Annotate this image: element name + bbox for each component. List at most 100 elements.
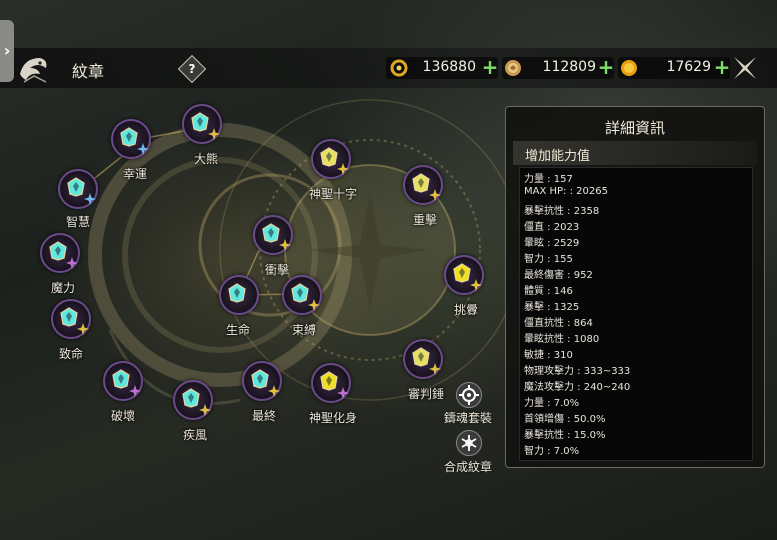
emblem-node-magic-power[interactable] bbox=[40, 233, 80, 273]
emblem-grade-badge-icon bbox=[84, 193, 96, 205]
stat-row: 體質 : 146 bbox=[524, 286, 573, 297]
emblem-label-great-bear: 大熊 bbox=[194, 152, 219, 166]
emblem-grade-badge-icon bbox=[268, 385, 280, 397]
side-menu-toggle[interactable]: › bbox=[0, 20, 14, 82]
stat-bonus-title: 增加能力值 bbox=[525, 149, 591, 164]
emblem-gem-icon bbox=[262, 223, 280, 243]
emblem-gem-icon bbox=[251, 369, 269, 389]
emblem-node-final[interactable] bbox=[242, 361, 282, 401]
emblem-gem-icon bbox=[228, 283, 246, 303]
emblem-node-luck[interactable] bbox=[111, 119, 151, 159]
emblem-label-holy-cross: 神聖十字 bbox=[309, 187, 358, 201]
page-title: 紋章 bbox=[72, 62, 105, 81]
stat-row: 僵直抗性 : 864 bbox=[524, 318, 593, 329]
emblem-grade-badge-icon bbox=[129, 385, 141, 397]
crystal-amount: 136880 bbox=[422, 59, 476, 75]
emblem-gem-icon bbox=[412, 173, 430, 193]
emblem-label-gale: 疾風 bbox=[183, 428, 208, 442]
synthesize-emblem-label: 合成紋章 bbox=[444, 460, 493, 474]
detail-panel-title: 詳細資訊 bbox=[604, 119, 665, 137]
emblem-grade-badge-icon bbox=[429, 363, 441, 375]
emblem-grade-badge-icon bbox=[337, 387, 349, 399]
emblem-label-life: 生命 bbox=[226, 323, 251, 337]
emblem-label-fatal: 致命 bbox=[59, 347, 84, 361]
emblem-grade-badge-icon bbox=[66, 257, 78, 269]
stat-row: 暈眩 : 2529 bbox=[524, 238, 580, 249]
emblem-node-provoke[interactable] bbox=[444, 255, 484, 295]
emblem-grade-badge-icon bbox=[429, 189, 441, 201]
emblem-gem-icon bbox=[182, 388, 200, 408]
emblem-label-final: 最終 bbox=[252, 409, 277, 423]
synthesize-emblem-button[interactable] bbox=[456, 430, 482, 456]
stat-row: 智力 : 155 bbox=[524, 254, 573, 265]
stat-row: MAX HP: : 20265 bbox=[524, 186, 608, 197]
stat-row: 暴擊抗性 : 15.0% bbox=[524, 430, 606, 441]
snowflake-icon bbox=[461, 435, 477, 451]
emblem-grade-badge-icon bbox=[137, 143, 149, 155]
add-soul-coin-button[interactable]: + bbox=[597, 57, 615, 77]
stat-row: 暈眩抗性 : 1080 bbox=[524, 334, 600, 345]
soul-coin-amount: 112809 bbox=[542, 59, 596, 75]
emblem-node-judgement-hammer[interactable] bbox=[403, 339, 443, 379]
emblem-gem-icon bbox=[291, 283, 309, 303]
stat-row: 最終傷害 : 952 bbox=[524, 270, 593, 281]
stat-row: 智力 : 7.0% bbox=[524, 446, 580, 457]
add-gold-button[interactable]: + bbox=[713, 57, 731, 77]
emblem-grade-badge-icon bbox=[77, 323, 89, 335]
stat-bonus-header: 增加能力值 bbox=[513, 141, 757, 165]
emblem-gem-icon bbox=[191, 112, 209, 132]
emblem-grade-badge-icon bbox=[308, 299, 320, 311]
emblem-node-fatal[interactable] bbox=[51, 299, 91, 339]
emblem-gem-icon bbox=[320, 371, 338, 391]
emblem-label-heavy-strike: 重擊 bbox=[413, 213, 438, 227]
emblem-gem-icon bbox=[112, 369, 130, 389]
emblem-grade-badge-icon bbox=[337, 163, 349, 175]
forge-set-button[interactable] bbox=[456, 382, 482, 408]
emblem-label-impact: 衝擊 bbox=[265, 263, 290, 277]
stat-list[interactable]: 力量 : 157 MAX HP: : 20265 暴擊抗性 : 2358 僵直 : 2… bbox=[519, 167, 753, 461]
emblem-grade-badge-icon bbox=[199, 404, 211, 416]
add-crystal-button[interactable]: + bbox=[481, 57, 499, 77]
emblem-node-gale[interactable] bbox=[173, 380, 213, 420]
emblem-gem-icon bbox=[412, 347, 430, 367]
emblem-label-magic-power: 魔力 bbox=[51, 281, 76, 295]
emblem-gem-icon bbox=[320, 147, 338, 167]
emblem-gem-icon bbox=[67, 177, 85, 197]
emblem-gem-icon bbox=[49, 241, 67, 261]
emblem-gem-icon bbox=[453, 263, 471, 283]
emblem-gem-icon bbox=[120, 127, 138, 147]
stat-row: 首領增傷 : 50.0% bbox=[524, 414, 606, 425]
stat-row: 魔法攻擊力 : 240~240 bbox=[524, 382, 631, 393]
stat-row: 暴擊抗性 : 2358 bbox=[524, 206, 600, 217]
gear-icon bbox=[459, 385, 479, 405]
help-icon: ? bbox=[188, 62, 196, 76]
emblem-node-wisdom[interactable] bbox=[58, 169, 98, 209]
emblem-node-holy-cross[interactable] bbox=[311, 139, 351, 179]
emblem-node-impact[interactable] bbox=[253, 215, 293, 255]
emblem-grade-badge-icon bbox=[279, 239, 291, 251]
forge-set-label: 鑄魂套裝 bbox=[444, 411, 493, 425]
emblem-label-bind: 束縛 bbox=[292, 323, 317, 337]
emblem-node-destroy[interactable] bbox=[103, 361, 143, 401]
gold-amount: 17629 bbox=[666, 59, 711, 75]
emblem-node-holy-avatar[interactable] bbox=[311, 363, 351, 403]
emblem-gem-icon bbox=[60, 307, 78, 327]
emblem-label-judgement-hammer: 審判錘 bbox=[408, 387, 445, 401]
emblem-label-luck: 幸運 bbox=[123, 167, 148, 181]
stat-row: 力量 : 7.0% bbox=[524, 398, 580, 409]
stat-row: 物理攻擊力 : 333~333 bbox=[524, 366, 631, 377]
close-icon[interactable] bbox=[731, 54, 759, 82]
emblem-label-provoke: 挑釁 bbox=[454, 303, 479, 317]
stat-row: 敏捷 : 310 bbox=[524, 350, 573, 361]
emblem-node-heavy-strike[interactable] bbox=[403, 165, 443, 205]
emblem-label-destroy: 破壞 bbox=[111, 409, 136, 423]
emblem-label-wisdom: 智慧 bbox=[66, 215, 91, 229]
emblem-node-bind[interactable] bbox=[282, 275, 322, 315]
emblem-grade-badge-icon bbox=[470, 279, 482, 291]
emblem-node-great-bear[interactable] bbox=[182, 104, 222, 144]
emblem-node-life[interactable] bbox=[219, 275, 259, 315]
emblem-grade-badge-icon bbox=[208, 128, 220, 140]
emblem-label-holy-avatar: 神聖化身 bbox=[309, 411, 358, 425]
stat-row: 僵直 : 2023 bbox=[524, 222, 580, 233]
stat-row: 力量 : 157 bbox=[524, 174, 573, 185]
